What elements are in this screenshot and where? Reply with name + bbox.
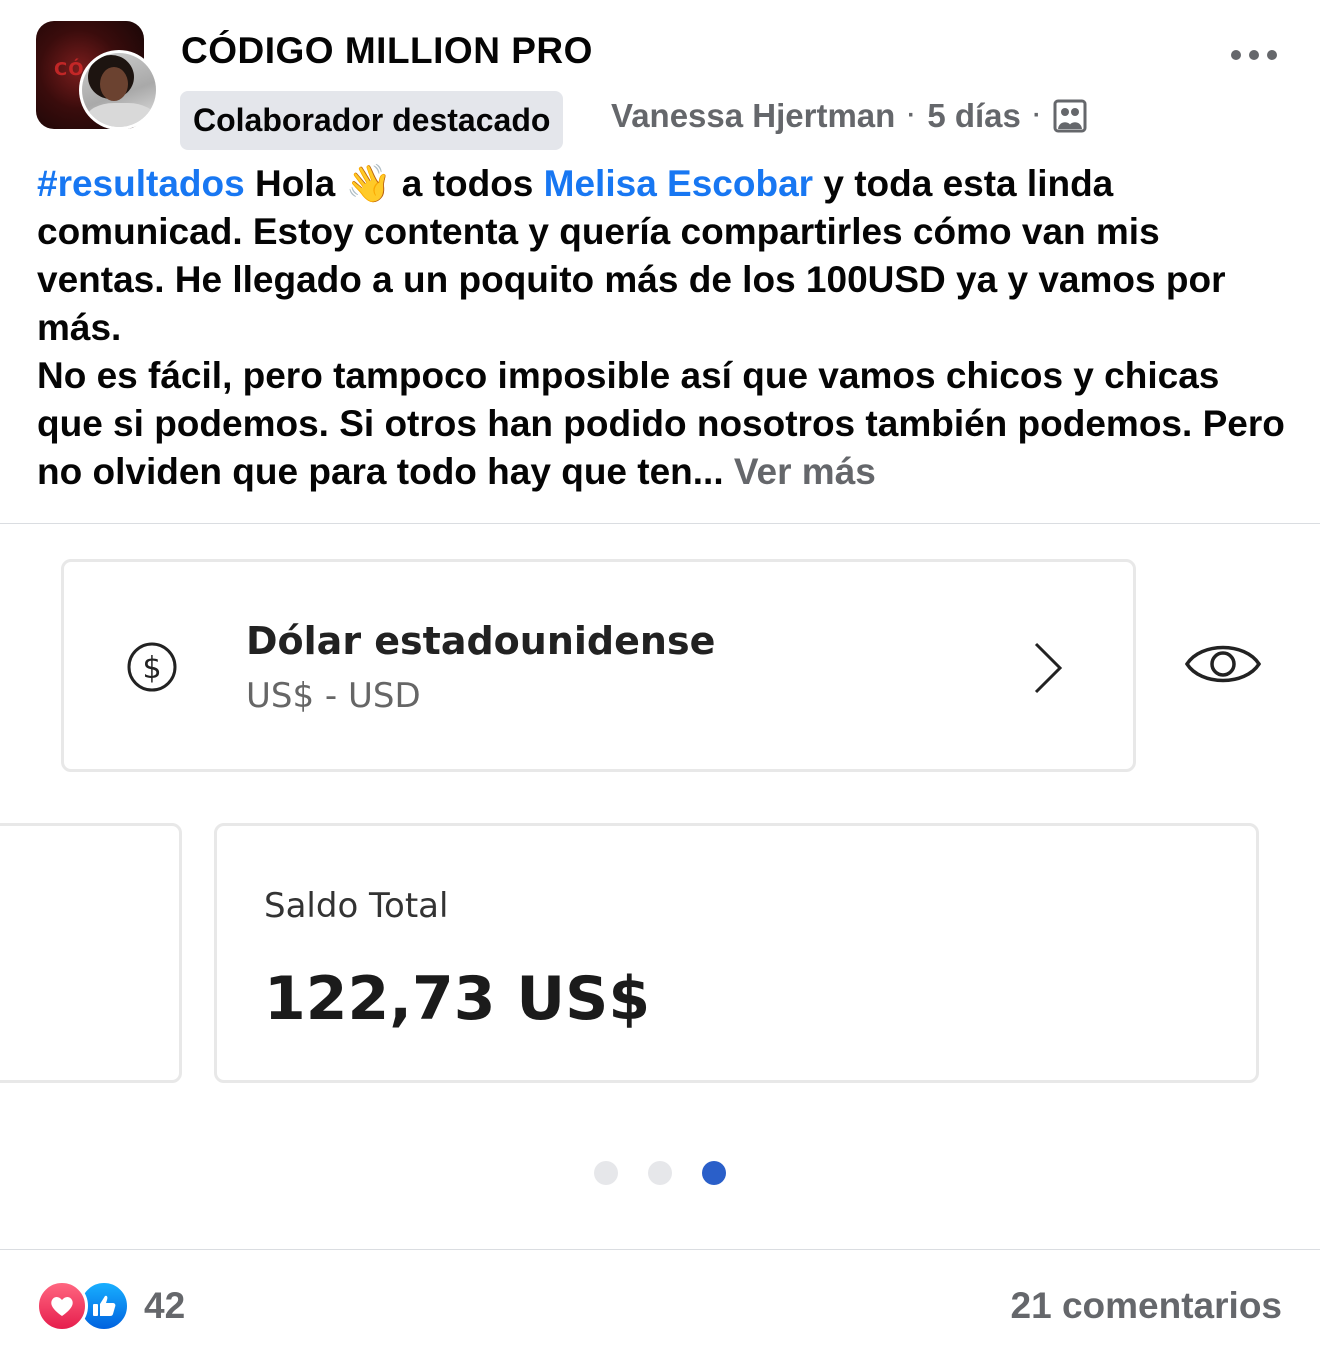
post-meta: Vanessa Hjertman · 5 días · bbox=[611, 95, 1087, 137]
waving-hand-emoji: 👋 bbox=[345, 163, 392, 204]
currency-card: $ Dólar estadounidense US$ - USD bbox=[61, 559, 1136, 772]
group-name-link[interactable]: CÓDIGO MILLION PRO bbox=[181, 30, 593, 72]
post-paragraph-2: No es fácil, pero tampoco imposible así … bbox=[37, 355, 1285, 492]
top-contributor-badge[interactable]: Colaborador destacado bbox=[180, 91, 564, 150]
meta-separator: · bbox=[1032, 102, 1041, 129]
reaction-count: 42 bbox=[144, 1285, 186, 1326]
svg-text:$: $ bbox=[142, 651, 161, 686]
currency-name: Dólar estadounidense bbox=[246, 619, 716, 663]
post-image[interactable]: $ Dólar estadounidense US$ - USD Saldo T… bbox=[0, 524, 1320, 1249]
reactions-summary[interactable]: 42 bbox=[36, 1280, 186, 1332]
currency-code: US$ - USD bbox=[246, 676, 421, 716]
mention-link[interactable]: Melisa Escobar bbox=[544, 163, 813, 204]
hashtag-link[interactable]: #resultados bbox=[37, 163, 245, 204]
carousel-dot-active bbox=[702, 1161, 726, 1185]
chevron-right-icon bbox=[1034, 642, 1063, 694]
post-paragraph-1: #resultados Hola 👋 a todos Melisa Escoba… bbox=[37, 163, 1226, 348]
meta-separator: · bbox=[907, 102, 916, 129]
comments-count-link[interactable]: 21 comentarios bbox=[1011, 1285, 1282, 1327]
carousel-dot bbox=[594, 1161, 618, 1185]
group-privacy-icon bbox=[1053, 99, 1087, 133]
author-name-link[interactable]: Vanessa Hjertman bbox=[611, 97, 895, 135]
carousel-dot bbox=[648, 1161, 672, 1185]
balance-value: 122,73 US$ bbox=[264, 964, 651, 1034]
see-more-link[interactable]: Ver más bbox=[734, 451, 876, 492]
previous-balance-card bbox=[0, 823, 182, 1083]
dollar-circle-icon: $ bbox=[127, 642, 177, 692]
love-reaction-icon bbox=[36, 1280, 88, 1332]
eye-icon bbox=[1184, 645, 1262, 683]
more-options-button[interactable] bbox=[1224, 40, 1284, 70]
post-message: #resultados Hola 👋 a todos Melisa Escoba… bbox=[37, 160, 1287, 496]
author-avatar[interactable] bbox=[79, 50, 159, 130]
more-options-icon bbox=[1231, 50, 1241, 60]
divider bbox=[0, 1249, 1320, 1250]
balance-card: Saldo Total 122,73 US$ bbox=[214, 823, 1259, 1083]
carousel-dots bbox=[594, 1161, 726, 1185]
post-timestamp-link[interactable]: 5 días bbox=[927, 97, 1021, 135]
balance-label: Saldo Total bbox=[264, 886, 449, 926]
